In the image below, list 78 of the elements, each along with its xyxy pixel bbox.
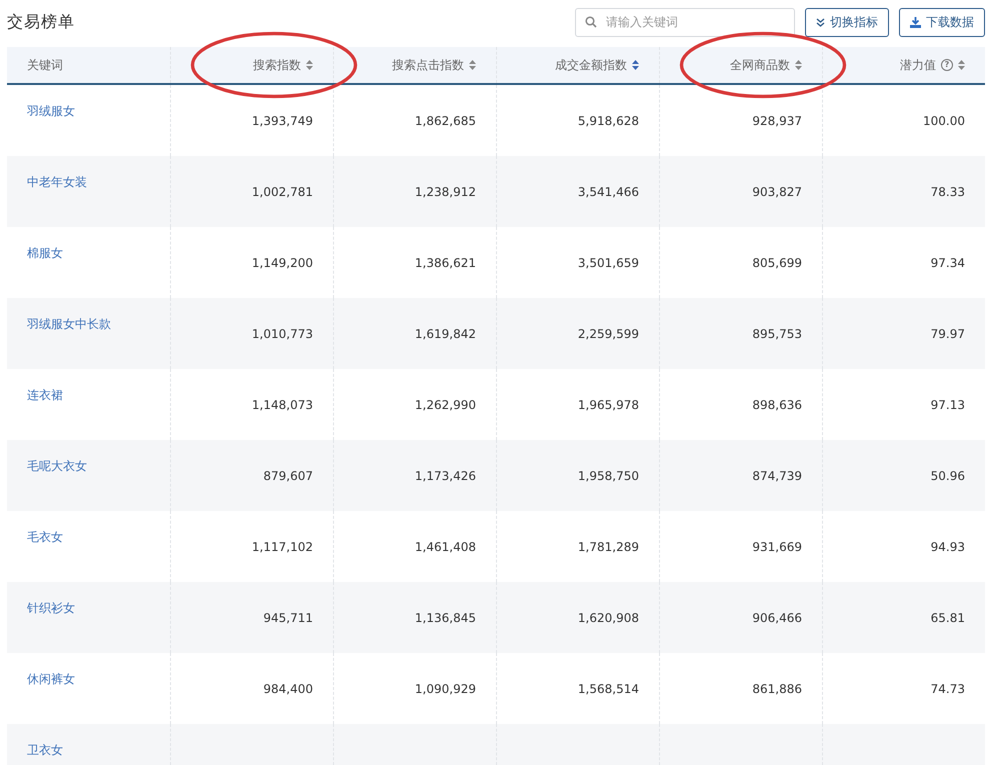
- table-cell: 895,753: [752, 326, 802, 340]
- search-field[interactable]: 请输入关键词: [575, 8, 795, 36]
- table-cell: 97.34: [930, 256, 965, 270]
- keyword-link[interactable]: 棉服女: [27, 246, 63, 260]
- table-cell: 1,958,750: [578, 468, 639, 482]
- table-cell: 1,173,426: [414, 468, 476, 482]
- table-cell: 5,918,628: [578, 114, 639, 128]
- table-cell: 805,699: [752, 256, 802, 270]
- table-cell: 97.13: [930, 398, 965, 412]
- table-cell: 1,002,781: [252, 184, 313, 198]
- column-header[interactable]: 搜索指数: [253, 56, 301, 74]
- table-cell: 1,393,749: [252, 114, 313, 128]
- table-cell: 74.73: [930, 682, 965, 696]
- table-cell: 79.97: [930, 326, 965, 340]
- header-cell[interactable]: 成交金额指数: [496, 47, 659, 83]
- keyword-link[interactable]: 卫衣女: [27, 743, 63, 757]
- sort-icon: [958, 60, 965, 70]
- sort-icon-active: [632, 60, 639, 70]
- table-cell: 1,386,621: [414, 256, 476, 270]
- table-cell: 1,238,912: [414, 184, 476, 198]
- sort-icon: [306, 60, 313, 70]
- double-chevron-icon: [816, 18, 825, 26]
- column-header[interactable]: 全网商品数: [730, 56, 790, 74]
- sort-icon: [795, 60, 802, 70]
- table-cell: 3,501,659: [578, 256, 639, 270]
- header-cell[interactable]: 搜索点击指数: [333, 47, 496, 83]
- keyword-link[interactable]: 休闲裤女: [27, 672, 75, 686]
- table-cell: 1,619,842: [414, 326, 476, 340]
- column-header[interactable]: 成交金额指数: [555, 56, 627, 74]
- download-icon: [910, 16, 921, 28]
- table-cell: 1,262,990: [414, 398, 476, 412]
- table-cell: 931,669: [752, 540, 802, 554]
- table-cell: 50.96: [930, 468, 965, 482]
- table-cell: 1,090,929: [414, 682, 476, 696]
- keyword-link[interactable]: 羽绒服女中长款: [27, 317, 111, 331]
- table-cell: 2,259,599: [578, 326, 639, 340]
- table-cell: 1,136,845: [414, 610, 476, 624]
- table-cell: 1,568,514: [578, 682, 639, 696]
- table-cell: 3,541,466: [578, 184, 639, 198]
- column-header: 关键词: [27, 56, 63, 74]
- keyword-link[interactable]: 毛衣女: [27, 530, 63, 544]
- switch-button[interactable]: 切换指标: [805, 8, 889, 36]
- keyword-link[interactable]: 毛呢大衣女: [27, 459, 87, 473]
- table-cell: 78.33: [930, 184, 965, 198]
- table-cell: 1,461,408: [414, 540, 476, 554]
- header-cell[interactable]: 搜索指数: [170, 47, 333, 83]
- table-cell: 903,827: [752, 184, 802, 198]
- table-cell: 861,886: [752, 682, 802, 696]
- table-cell: 1,148,073: [252, 398, 313, 412]
- table-cell: 100.00: [923, 114, 965, 128]
- table-cell: 1,117,102: [252, 540, 313, 554]
- download-button[interactable]: 下载数据: [899, 8, 985, 36]
- table-cell: 94.93: [930, 540, 965, 554]
- table-cell: 1,862,685: [414, 114, 476, 128]
- table-cell: 65.81: [930, 610, 965, 624]
- table-cell: 1,620,908: [578, 610, 639, 624]
- keyword-link[interactable]: 中老年女装: [27, 175, 87, 189]
- header-cell[interactable]: 全网商品数: [659, 47, 822, 83]
- table-cell: 1,965,978: [578, 398, 639, 412]
- column-header[interactable]: 潜力值: [900, 56, 936, 74]
- table-cell: 984,400: [263, 682, 313, 696]
- table-cell: 945,711: [263, 610, 313, 624]
- sort-icon: [469, 60, 476, 70]
- keyword-link[interactable]: 针织衫女: [27, 601, 75, 615]
- page-title: 交易榜单: [7, 12, 75, 32]
- table-cell: 928,937: [752, 114, 802, 128]
- table-cell: 906,466: [752, 610, 802, 624]
- table-cell: 1,781,289: [578, 540, 639, 554]
- table-cell: 1,010,773: [252, 326, 313, 340]
- table-cell: 879,607: [263, 468, 313, 482]
- keyword-link[interactable]: 羽绒服女: [27, 104, 75, 118]
- table-cell: 1,149,200: [252, 256, 313, 270]
- table-cell: 898,636: [752, 398, 802, 412]
- header-cell[interactable]: 潜力值 ?: [822, 47, 985, 83]
- column-header[interactable]: 搜索点击指数: [392, 56, 464, 74]
- table-cell: 874,739: [752, 468, 802, 482]
- help-icon[interactable]: ?: [941, 59, 953, 71]
- keyword-link[interactable]: 连衣裙: [27, 388, 63, 402]
